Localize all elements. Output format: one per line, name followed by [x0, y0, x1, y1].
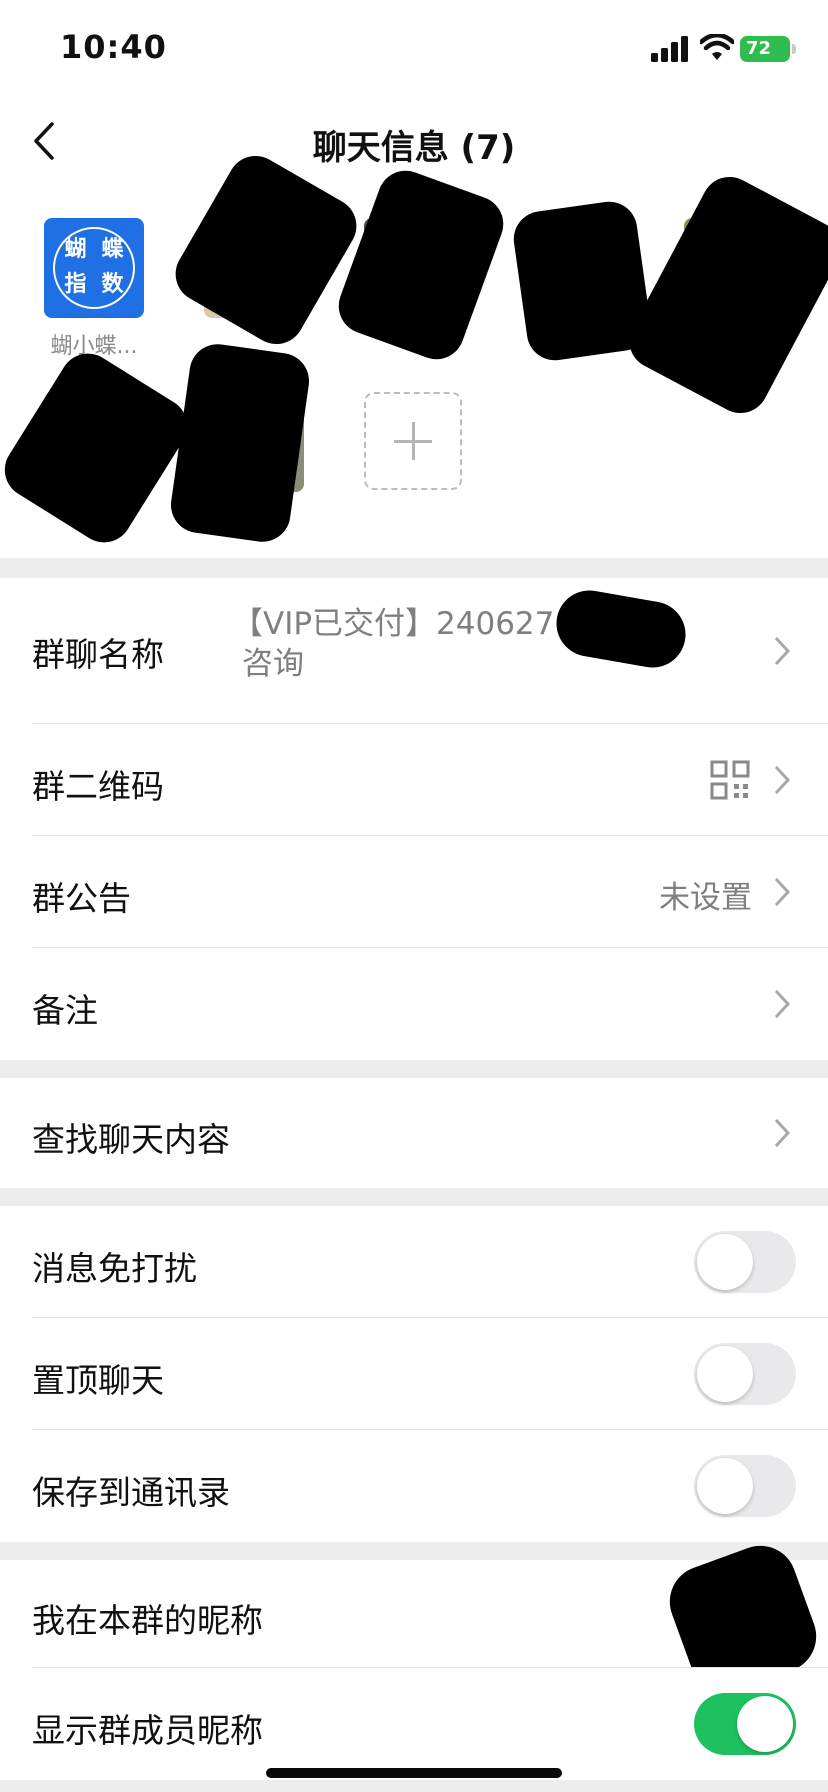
wifi-icon: [700, 34, 734, 60]
remark-label: 备注: [32, 991, 98, 1030]
chevron-right-icon: [774, 765, 791, 795]
add-member-button[interactable]: [364, 392, 462, 490]
toggle-knob: [697, 1234, 753, 1290]
my-nickname-row[interactable]: 我在本群的昵称: [0, 1535, 828, 1703]
chevron-right-icon: [774, 1118, 791, 1148]
my-nickname-label: 我在本群的昵称: [32, 1601, 263, 1640]
member-item[interactable]: 蝴 蝶 指 数 蝴小蝶...: [44, 218, 144, 360]
member-grid: 蝴 蝶 指 数 蝴小蝶... ...: [0, 145, 828, 558]
toggle-knob: [697, 1346, 753, 1402]
page-title: 聊天信息 (7): [312, 128, 516, 168]
show-nicknames-toggle[interactable]: [694, 1693, 796, 1755]
section-divider: [0, 1542, 828, 1560]
group-name-row[interactable]: 群聊名称 【VIP已交付】240627买房 咨询: [0, 578, 828, 724]
section-divider: [0, 1780, 828, 1792]
group-name-label: 群聊名称: [32, 635, 164, 674]
status-bar: 10:40 72: [0, 0, 828, 100]
section-divider: [0, 558, 828, 578]
save-contacts-label: 保存到通讯录: [32, 1473, 230, 1512]
mute-label: 消息免打扰: [32, 1249, 197, 1288]
section-divider: [0, 1188, 828, 1206]
redaction-mark: [167, 340, 313, 546]
pin-toggle[interactable]: [694, 1343, 796, 1405]
logo-icon: 蝴 蝶 指 数: [53, 227, 135, 309]
chevron-right-icon: [774, 877, 791, 907]
avatar: 蝴 蝶 指 数: [44, 218, 144, 318]
battery-icon: 72: [740, 36, 796, 62]
show-nicknames-row: 显示群成员昵称: [0, 1668, 828, 1780]
signal-icon: [651, 36, 688, 62]
chevron-right-icon: [774, 636, 791, 666]
chevron-right-icon: [774, 989, 791, 1019]
toggle-knob: [697, 1458, 753, 1514]
announcement-row[interactable]: 群公告 未设置: [0, 836, 828, 948]
show-nicknames-label: 显示群成员昵称: [32, 1711, 263, 1750]
remark-row[interactable]: 备注: [0, 948, 828, 1060]
redaction-mark: [0, 343, 198, 553]
redaction-mark: [619, 167, 828, 423]
search-chat-row[interactable]: 查找聊天内容: [0, 1078, 828, 1188]
toggle-knob: [737, 1696, 793, 1752]
mute-row: 消息免打扰: [0, 1206, 828, 1318]
status-time: 10:40: [60, 28, 167, 66]
qr-code-row[interactable]: 群二维码: [0, 724, 828, 836]
search-chat-label: 查找聊天内容: [32, 1120, 230, 1159]
nav-bar: 聊天信息 (7): [0, 100, 828, 182]
announcement-label: 群公告: [32, 879, 131, 918]
qr-code-label: 群二维码: [32, 767, 164, 806]
redaction-mark: [330, 162, 512, 368]
home-indicator: [266, 1768, 562, 1778]
announcement-value: 未设置: [659, 880, 752, 916]
pin-row: 置顶聊天: [0, 1318, 828, 1430]
add-member-item[interactable]: [364, 392, 464, 490]
mute-toggle[interactable]: [694, 1231, 796, 1293]
save-contacts-toggle[interactable]: [694, 1455, 796, 1517]
qr-code-icon: [710, 760, 750, 800]
section-divider: [0, 1060, 828, 1078]
pin-label: 置顶聊天: [32, 1361, 164, 1400]
save-contacts-row: 保存到通讯录: [0, 1430, 828, 1542]
